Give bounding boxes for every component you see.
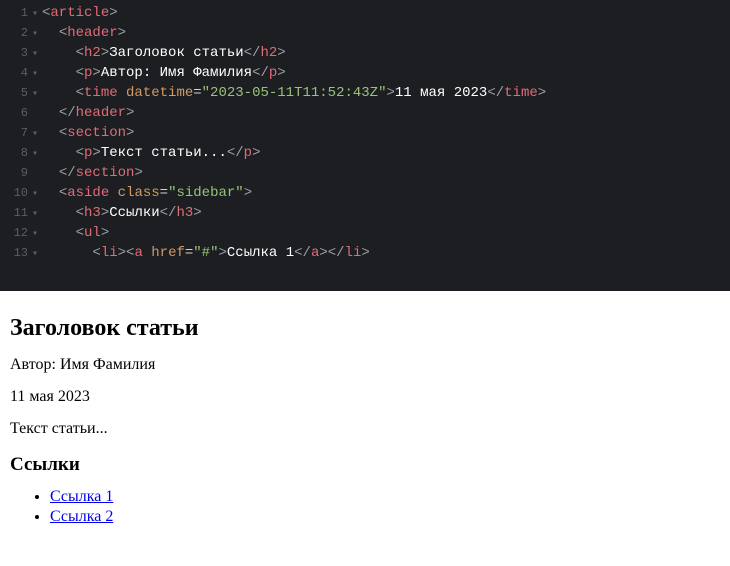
code-line[interactable]: 4▾ <p>Автор: Имя Фамилия</p> xyxy=(0,64,730,84)
list-item: Ссылка 1 xyxy=(50,488,720,506)
code-content[interactable]: <aside class="sidebar"> xyxy=(42,184,252,204)
code-line[interactable]: 7▾ <section> xyxy=(0,124,730,144)
fold-icon[interactable]: ▾ xyxy=(28,228,42,242)
code-content[interactable]: <ul> xyxy=(42,224,109,244)
code-editor[interactable]: 1▾<article>2▾ <header>3▾ <h2>Заголовок с… xyxy=(0,0,730,291)
preview-heading: Заголовок статьи xyxy=(10,315,720,342)
code-content[interactable]: <p>Автор: Имя Фамилия</p> xyxy=(42,64,286,84)
fold-icon[interactable]: ▾ xyxy=(28,248,42,262)
fold-icon[interactable]: ▾ xyxy=(28,148,42,162)
fold-icon[interactable]: ▾ xyxy=(28,8,42,22)
code-content[interactable]: <time datetime="2023-05-11T11:52:43Z">11… xyxy=(42,84,546,104)
preview-links-list: Ссылка 1 Ссылка 2 xyxy=(10,488,720,526)
code-line[interactable]: 6 </header> xyxy=(0,104,730,124)
fold-icon[interactable]: ▾ xyxy=(28,208,42,222)
code-content[interactable]: <h2>Заголовок статьи</h2> xyxy=(42,44,286,64)
preview-link[interactable]: Ссылка 2 xyxy=(50,508,113,525)
code-line[interactable]: 5▾ <time datetime="2023-05-11T11:52:43Z"… xyxy=(0,84,730,104)
code-content[interactable]: <li><a href="#">Ссылка 1</a></li> xyxy=(42,244,370,264)
list-item: Ссылка 2 xyxy=(50,508,720,526)
code-content[interactable]: <h3>Ссылки</h3> xyxy=(42,204,202,224)
preview-link[interactable]: Ссылка 1 xyxy=(50,488,113,505)
code-line[interactable]: 12▾ <ul> xyxy=(0,224,730,244)
line-number: 11 xyxy=(4,205,28,222)
code-line[interactable]: 2▾ <header> xyxy=(0,24,730,44)
code-line[interactable]: 11▾ <h3>Ссылки</h3> xyxy=(0,204,730,224)
line-number: 10 xyxy=(4,185,28,202)
preview-date: 11 мая 2023 xyxy=(10,388,720,406)
preview-body: Текст статьи... xyxy=(10,420,720,438)
line-number: 13 xyxy=(4,245,28,262)
line-number: 6 xyxy=(4,105,28,122)
fold-icon[interactable]: ▾ xyxy=(28,188,42,202)
line-number: 3 xyxy=(4,45,28,62)
code-line[interactable]: 13▾ <li><a href="#">Ссылка 1</a></li> xyxy=(0,244,730,264)
line-number: 5 xyxy=(4,85,28,102)
code-content[interactable]: <article> xyxy=(42,4,118,24)
fold-icon[interactable]: ▾ xyxy=(28,28,42,42)
code-content[interactable]: <p>Текст статьи...</p> xyxy=(42,144,260,164)
preview-pane: Заголовок статьи Автор: Имя Фамилия 11 м… xyxy=(0,291,730,544)
line-number: 4 xyxy=(4,65,28,82)
line-number: 2 xyxy=(4,25,28,42)
fold-icon xyxy=(28,168,42,182)
fold-icon[interactable]: ▾ xyxy=(28,128,42,142)
fold-icon xyxy=(28,108,42,122)
preview-author: Автор: Имя Фамилия xyxy=(10,356,720,374)
code-line[interactable]: 9 </section> xyxy=(0,164,730,184)
line-number: 12 xyxy=(4,225,28,242)
line-number: 7 xyxy=(4,125,28,142)
code-content[interactable]: </section> xyxy=(42,164,143,184)
code-line[interactable]: 8▾ <p>Текст статьи...</p> xyxy=(0,144,730,164)
preview-links-heading: Ссылки xyxy=(10,454,720,476)
line-number: 8 xyxy=(4,145,28,162)
code-content[interactable]: <section> xyxy=(42,124,134,144)
code-line[interactable]: 10▾ <aside class="sidebar"> xyxy=(0,184,730,204)
fold-icon[interactable]: ▾ xyxy=(28,88,42,102)
line-number: 1 xyxy=(4,5,28,22)
code-line[interactable]: 1▾<article> xyxy=(0,4,730,24)
code-content[interactable]: <header> xyxy=(42,24,126,44)
code-line[interactable]: 3▾ <h2>Заголовок статьи</h2> xyxy=(0,44,730,64)
fold-icon[interactable]: ▾ xyxy=(28,48,42,62)
fold-icon[interactable]: ▾ xyxy=(28,68,42,82)
code-content[interactable]: </header> xyxy=(42,104,134,124)
line-number: 9 xyxy=(4,165,28,182)
